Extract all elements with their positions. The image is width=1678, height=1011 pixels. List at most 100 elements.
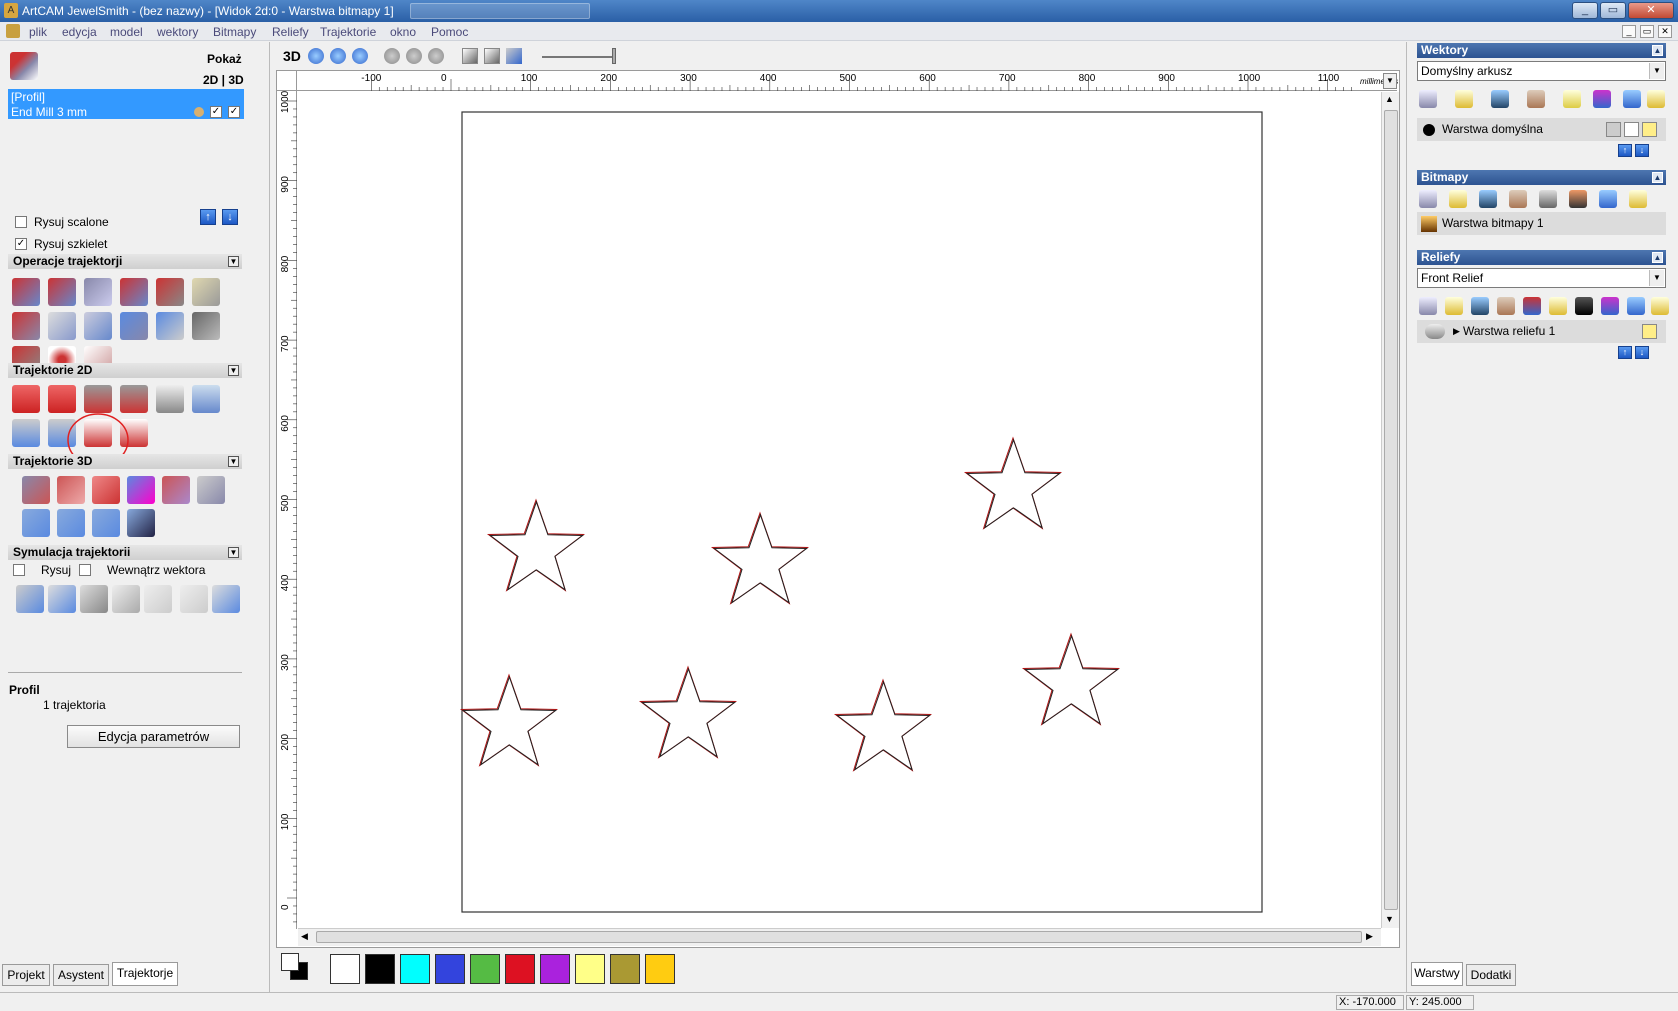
ruler-dropdown[interactable]: ▼: [1383, 73, 1397, 89]
color-swatch[interactable]: [435, 954, 465, 984]
toolpath-visible-checkbox[interactable]: ✓: [210, 106, 222, 118]
open-relief-icon[interactable]: [1445, 297, 1463, 315]
tab-toolpaths[interactable]: Trajektorje: [112, 962, 178, 986]
mdi-minimize-button[interactable]: _: [1622, 25, 1636, 38]
relief-color-icon[interactable]: [1601, 297, 1619, 315]
engraving-icon[interactable]: [156, 385, 184, 413]
simulate-save-icon[interactable]: [212, 585, 240, 613]
3d-machine-rotate-icon[interactable]: [127, 509, 155, 537]
menu-pomoc[interactable]: Pomoc: [431, 25, 468, 39]
relief-bulb-icon[interactable]: [1549, 297, 1567, 315]
slider-track[interactable]: [542, 56, 612, 58]
spiral-icon[interactable]: [12, 419, 40, 447]
mdi-restore-button[interactable]: ▭: [1640, 25, 1654, 38]
section-2d-toolpaths[interactable]: Trajektorie 2D ▼: [8, 363, 242, 378]
vector-sheet-select[interactable]: Domyślny arkusz ▼: [1417, 61, 1666, 81]
color-swatch[interactable]: [505, 954, 535, 984]
vectors-header[interactable]: Wektory ▲: [1417, 43, 1666, 58]
relief-light-icon[interactable]: [1651, 297, 1669, 315]
collapse-icon[interactable]: ▲: [1652, 252, 1663, 263]
collapse-icon[interactable]: ▼: [228, 547, 239, 558]
sim-draw-checkbox[interactable]: [13, 564, 25, 576]
toolpath-item-profile[interactable]: [Profil] End Mill 3 mm ✓ ✓: [8, 89, 244, 119]
mode-2d-3d-toggle[interactable]: 2D | 3D: [203, 73, 244, 87]
reliefs-header[interactable]: Reliefy ▲: [1417, 250, 1666, 265]
3d-finishing-icon[interactable]: [57, 476, 85, 504]
tab-project[interactable]: Projekt: [2, 964, 50, 986]
tab-extras[interactable]: Dodatki: [1466, 964, 1516, 986]
minimize-button[interactable]: _: [1572, 2, 1598, 19]
relief-grid-icon[interactable]: [1575, 297, 1593, 315]
bitmap-bulb-icon[interactable]: [1629, 190, 1647, 208]
toolpath-transform-icon[interactable]: [12, 312, 40, 340]
simulate-preview-icon[interactable]: [180, 585, 208, 613]
toolpath-export-icon[interactable]: [192, 278, 220, 306]
close-button[interactable]: ✕: [1628, 2, 1674, 19]
bitmap-image-icon[interactable]: [1569, 190, 1587, 208]
simulate-toolpath-icon[interactable]: [16, 585, 44, 613]
import-icon[interactable]: [462, 48, 478, 64]
layer-edit-icon[interactable]: [1624, 122, 1639, 137]
zoom-in-icon[interactable]: [308, 48, 324, 64]
scroll-thumb[interactable]: [1384, 110, 1398, 910]
color-swatch[interactable]: [330, 954, 360, 984]
vector-layer-down-arrow-icon[interactable]: ↓: [1635, 144, 1649, 157]
toolpath-group-icon[interactable]: [10, 52, 38, 80]
slider-thumb[interactable]: [612, 48, 616, 64]
scroll-down-arrow-icon[interactable]: ▼: [1385, 914, 1394, 924]
simulate-block-icon[interactable]: [112, 585, 140, 613]
scroll-left-arrow-icon[interactable]: ◀: [301, 931, 308, 942]
draw-skeleton-checkbox[interactable]: ✓: [15, 238, 27, 250]
menu-edycja[interactable]: edycja: [62, 25, 97, 39]
zoom-previous-icon[interactable]: [406, 48, 422, 64]
save-bitmap-icon[interactable]: [1479, 190, 1497, 208]
toolpath-merge-icon[interactable]: [156, 278, 184, 306]
toolpath-info-icon[interactable]: [48, 278, 76, 306]
fg-bg-swatch[interactable]: [280, 952, 310, 982]
layer-bulb-icon[interactable]: [1563, 90, 1581, 108]
view-3d-button[interactable]: 3D: [283, 48, 301, 64]
rotary-axis-icon[interactable]: [192, 312, 220, 340]
bitmap-fill-icon[interactable]: [1539, 190, 1557, 208]
sim-inside-vector-checkbox[interactable]: [79, 564, 91, 576]
toolpath-batch-icon[interactable]: [156, 312, 184, 340]
paste-icon[interactable]: [1527, 90, 1545, 108]
menu-reliefy[interactable]: Reliefy: [272, 25, 309, 39]
3d-surface-icon[interactable]: [162, 476, 190, 504]
3d-inspect-icon[interactable]: [197, 476, 225, 504]
new-relief-icon[interactable]: [1419, 297, 1437, 315]
section-simulation[interactable]: Symulacja trajektorii ▼: [8, 545, 242, 560]
chevron-down-icon[interactable]: ▼: [1649, 270, 1664, 286]
toolpath-calc-icon[interactable]: [120, 278, 148, 306]
collapse-icon[interactable]: ▼: [228, 456, 239, 467]
maximize-button[interactable]: ▭: [1600, 2, 1626, 19]
chevron-down-icon[interactable]: ▼: [1649, 63, 1664, 79]
color-swatch[interactable]: [400, 954, 430, 984]
simulate-pause-icon[interactable]: [80, 585, 108, 613]
scroll-up-arrow-icon[interactable]: ▲: [1385, 94, 1394, 104]
horizontal-scrollbar[interactable]: ◀ ▶: [298, 928, 1381, 946]
export-icon[interactable]: [484, 48, 500, 64]
tab-assistant[interactable]: Asystent: [53, 964, 109, 986]
menu-plik[interactable]: plik: [29, 25, 47, 39]
inlay-icon[interactable]: [192, 385, 220, 413]
paste-relief-icon[interactable]: [1497, 297, 1515, 315]
relief-select[interactable]: Front Relief ▼: [1417, 268, 1666, 288]
edit-parameters-button[interactable]: Edycja parametrów: [67, 725, 240, 748]
light-icon[interactable]: [506, 48, 522, 64]
scroll-h-thumb[interactable]: [316, 931, 1362, 943]
mdi-close-button[interactable]: ✕: [1658, 25, 1672, 38]
color-swatch[interactable]: [610, 954, 640, 984]
move-up-arrow-icon[interactable]: ↑: [200, 209, 216, 225]
delete-relief-icon[interactable]: [1627, 297, 1645, 315]
toolpath-stack-icon[interactable]: [84, 278, 112, 306]
toolpath-enabled-checkbox[interactable]: ✓: [228, 106, 240, 118]
3d-raster-icon[interactable]: [92, 476, 120, 504]
new-bitmap-icon[interactable]: [1419, 190, 1437, 208]
vector-layer-row[interactable]: Warstwa domyślna: [1417, 118, 1666, 141]
paste-bitmap-icon[interactable]: [1509, 190, 1527, 208]
relief-layer-row[interactable]: ▶ Warstwa reliefu 1: [1417, 320, 1666, 343]
3d-machine-relief-icon[interactable]: [22, 509, 50, 537]
bitmaps-header[interactable]: Bitmapy ▲: [1417, 170, 1666, 185]
scroll-right-arrow-icon[interactable]: ▶: [1366, 931, 1373, 942]
